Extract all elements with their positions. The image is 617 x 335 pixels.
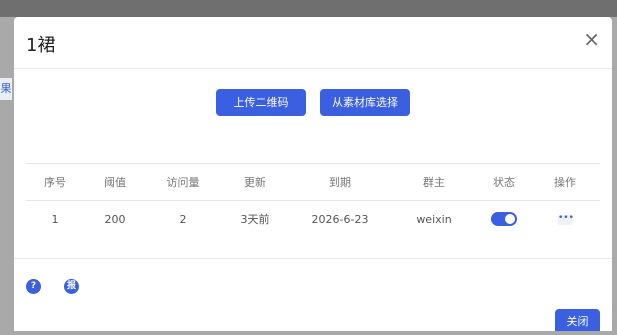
more-options-icon[interactable]: ••• <box>558 213 574 225</box>
background-side-text: 果 <box>0 78 12 100</box>
status-toggle[interactable] <box>491 212 517 226</box>
cell-expires: 2026-6-23 <box>311 212 369 226</box>
column-header-actions: 操作 <box>554 176 576 189</box>
column-header-threshold: 阈值 <box>104 176 126 189</box>
cell-actions: ••• <box>530 213 600 226</box>
column-header-status: 状态 <box>493 176 515 189</box>
upload-qrcode-button[interactable]: 上传二维码 <box>216 89 306 116</box>
group-table: 序号 阈值 访问量 更新 到期 群主 状态 操作 1 200 2 3天前 202… <box>26 163 600 237</box>
cell-visits: 2 <box>179 212 187 226</box>
modal-dialog: 1裙 × 上传二维码 从素材库选择 序号 阈值 访问量 更新 到期 群主 状态 … <box>14 17 612 331</box>
close-button[interactable]: 关闭 <box>555 309 600 331</box>
footer-divider <box>14 258 612 259</box>
backdrop-strip <box>0 0 617 17</box>
modal-header: 1裙 × <box>14 17 612 69</box>
column-header-visits: 访问量 <box>166 176 200 189</box>
table-header-row: 序号 阈值 访问量 更新 到期 群主 状态 操作 <box>26 164 600 201</box>
column-header-index: 序号 <box>44 176 66 189</box>
modal-title: 1裙 <box>26 35 56 56</box>
help-icon[interactable]: ? <box>26 279 41 294</box>
select-from-library-button[interactable]: 从素材库选择 <box>320 89 410 116</box>
cell-updated: 3天前 <box>240 213 270 226</box>
column-header-updated: 更新 <box>244 176 266 189</box>
close-icon[interactable]: × <box>583 27 600 51</box>
column-header-expires: 到期 <box>329 176 351 189</box>
cell-status <box>478 212 530 226</box>
cell-index: 1 <box>51 212 59 226</box>
column-header-owner: 群主 <box>423 176 445 189</box>
toggle-knob <box>505 214 515 224</box>
cell-owner: weixin <box>416 212 452 226</box>
report-icon[interactable]: 报 <box>64 279 79 294</box>
cell-threshold: 200 <box>104 212 126 226</box>
table-row: 1 200 2 3天前 2026-6-23 weixin ••• <box>26 201 600 237</box>
